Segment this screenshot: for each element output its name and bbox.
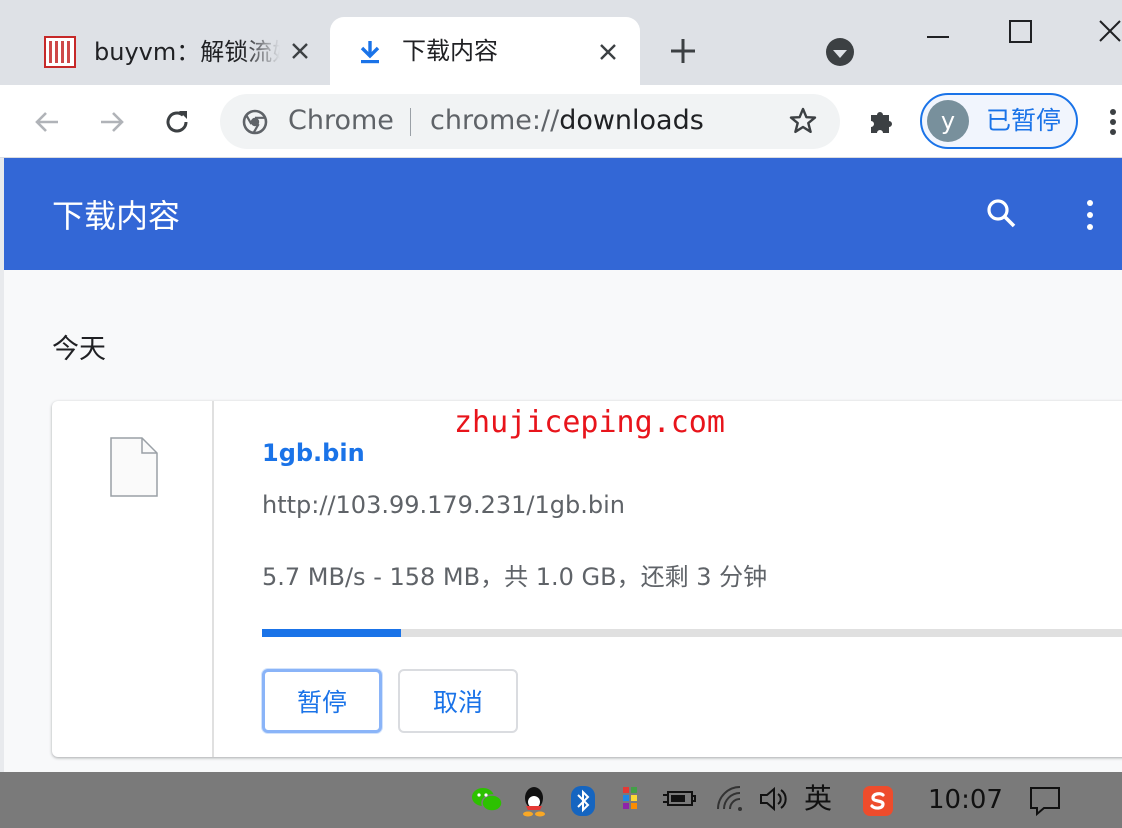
window-close-button[interactable] [1090,14,1122,48]
file-name-link[interactable]: 1gb.bin [262,437,365,469]
download-status: 5.7 MB/s - 158 MB，共 1.0 GB，还剩 3 分钟 [262,563,768,591]
tab-title: 下载内容 [402,37,498,65]
volume-icon[interactable] [758,785,790,813]
maximize-button[interactable] [1000,14,1040,48]
app-tray-icon[interactable] [620,785,640,815]
download-icon [358,39,382,69]
tab-search-icon[interactable] [826,38,854,66]
tab-downloads[interactable]: 下载内容 [330,17,640,85]
forward-button[interactable] [95,105,129,139]
avatar: y [927,100,969,142]
url-scheme: chrome:// [430,105,560,136]
new-tab-button[interactable] [668,36,698,70]
notification-center-icon[interactable] [1028,785,1062,817]
pause-button[interactable]: 暂停 [262,669,382,733]
page-title: 下载内容 [52,197,181,235]
tab-buyvm[interactable]: buyvm：解锁流媒体 [28,18,326,85]
downloads-header: 下载内容 [4,158,1122,270]
card-divider [212,401,214,757]
browser-toolbar: Chrome chrome://downloads y 已暂停 [0,85,1122,158]
omnibox-url[interactable]: chrome://downloads [430,103,704,139]
back-button[interactable] [30,105,64,139]
wifi-icon[interactable] [716,785,746,811]
minimize-button[interactable] [918,14,958,48]
omnibox-chip-label: Chrome [288,105,394,136]
date-section-heading: 今天 [52,334,106,365]
omnibox-separator [410,108,411,136]
sync-status-label: 已暂停 [986,106,1062,135]
input-language-indicator[interactable]: 英 [804,782,832,816]
bookmark-star-icon[interactable] [788,106,818,140]
system-clock[interactable]: 10:07 [928,784,1003,816]
watermark-text: zhujiceping.com [454,405,725,440]
url-path: downloads [559,105,704,136]
battery-icon[interactable] [662,785,696,811]
qq-icon[interactable] [520,785,548,817]
progress-bar-fill [262,629,402,637]
close-icon[interactable] [594,38,622,66]
file-icon [110,437,158,501]
site-favicon-icon [44,36,76,68]
address-bar[interactable]: Chrome chrome://downloads [220,94,840,149]
wechat-icon[interactable] [470,785,504,815]
extensions-puzzle-icon[interactable] [866,105,898,141]
download-item-card: 1gb.bin http://103.99.179.231/1gb.bin 5.… [52,401,1122,757]
chrome-logo-icon [242,109,268,139]
reload-button[interactable] [160,105,194,139]
tab-title: buyvm：解锁流媒体 [94,38,280,66]
sogou-ime-icon[interactable] [862,785,894,817]
more-options-icon[interactable] [1082,198,1098,236]
tab-strip: buyvm：解锁流媒体 下载内容 [0,0,1122,85]
profile-button[interactable]: y 已暂停 [920,93,1078,149]
bluetooth-icon[interactable] [570,785,596,817]
windows-taskbar: 英 10:07 [0,772,1122,828]
chrome-menu-icon[interactable] [1100,107,1122,137]
search-icon[interactable] [984,196,1018,234]
progress-bar [262,629,1122,637]
cancel-button[interactable]: 取消 [398,669,518,733]
close-icon[interactable] [286,37,314,65]
file-source-url[interactable]: http://103.99.179.231/1gb.bin [262,489,625,521]
